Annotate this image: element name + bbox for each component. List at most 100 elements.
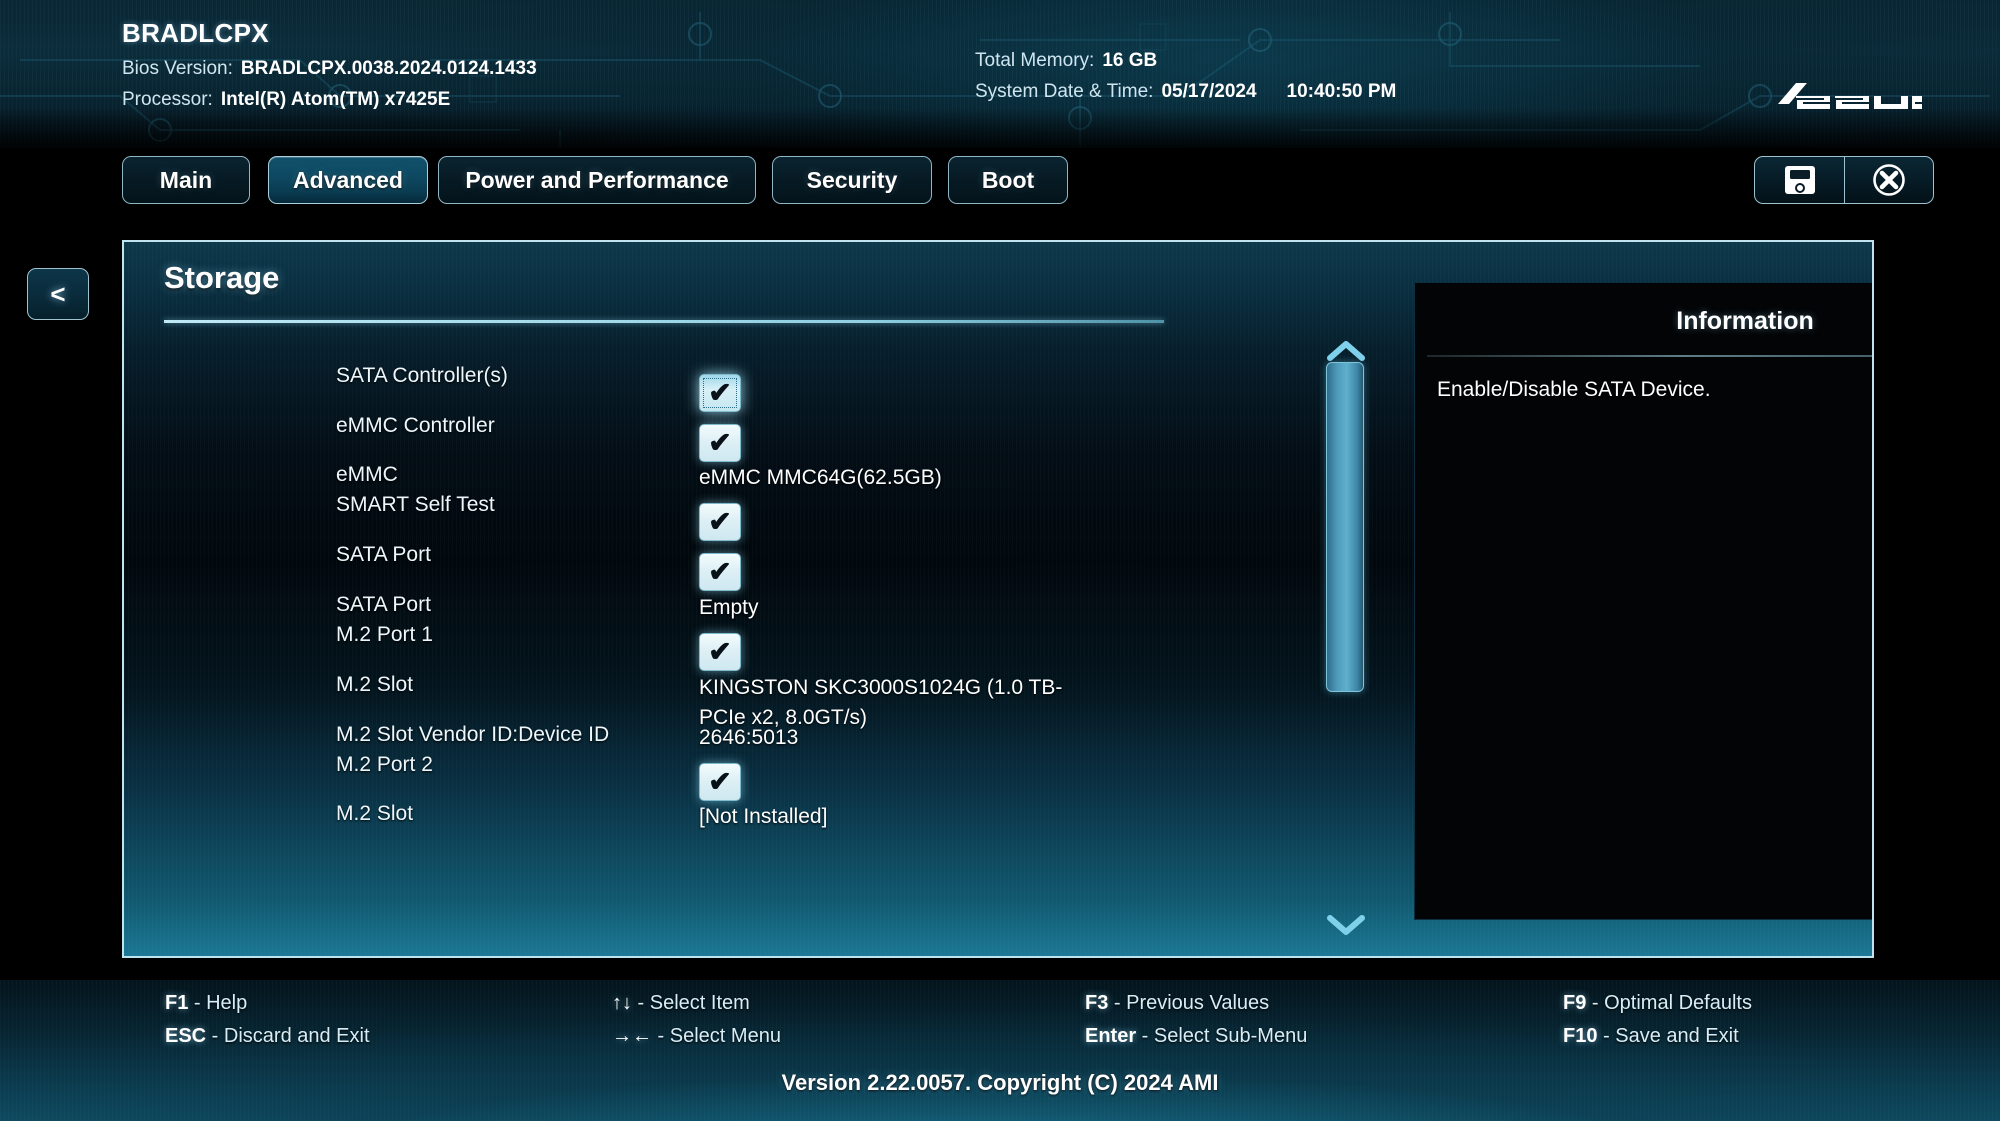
check-icon: ✔ xyxy=(708,556,732,587)
checkbox-focus-ring: ✔ xyxy=(703,767,737,797)
tab-power-and-performance-label: Power and Performance xyxy=(465,166,729,193)
chevron-up-icon xyxy=(1327,341,1365,361)
checkbox-focus-ring: ✔ xyxy=(703,507,737,537)
hint-action: - Select Item xyxy=(632,992,750,1014)
bios-version-label: Bios Version: xyxy=(122,58,233,79)
total-memory-label: Total Memory: xyxy=(975,50,1095,71)
hint-action: - Previous Values xyxy=(1108,992,1270,1014)
save-button[interactable] xyxy=(1754,156,1844,204)
setting-value: Empty xyxy=(699,596,759,619)
setting-label: M.2 Port 1 xyxy=(336,623,433,646)
system-status-block: Total Memory: 16 GB System Date & Time: 05… xyxy=(975,50,1396,103)
chevron-down-icon xyxy=(1327,915,1365,935)
setting-value: [Not Installed] xyxy=(699,805,828,828)
tab-main-label: Main xyxy=(159,166,213,193)
footer-bar: F1 - Help ESC - Discard and Exit ↑↓ - Sel… xyxy=(0,980,2000,1121)
system-datetime-line[interactable]: System Date & Time: 05/17/2024 10:40:50 PM xyxy=(975,81,1396,103)
setting-checkbox[interactable]: ✔ xyxy=(699,553,741,591)
setting-label: M.2 Slot Vendor ID:Device ID xyxy=(336,723,610,746)
settings-list: SATA Controller(s) ✔ eMMC Controller ✔ eMMC e… xyxy=(124,338,1144,938)
setting-checkbox[interactable]: ✔ xyxy=(699,763,741,801)
checkbox-focus-ring: ✔ xyxy=(703,557,737,587)
check-icon: ✔ xyxy=(708,636,732,667)
back-button-label: < xyxy=(50,278,66,309)
keyboard-hint: ↑↓ - Select Item xyxy=(612,992,781,1015)
bios-version-line: Bios Version: BRADLCPX.0038.2024.0124.143… xyxy=(122,58,537,80)
page-title: Storage xyxy=(164,260,280,295)
setting-checkbox[interactable]: ✔ xyxy=(699,633,741,671)
hint-action: - Select Sub-Menu xyxy=(1136,1025,1308,1047)
hint-key: →← xyxy=(612,1025,652,1047)
setting-value: eMMC MMC64G(62.5GB) xyxy=(699,466,942,489)
back-button[interactable]: < xyxy=(27,268,89,320)
hint-column-3: F3 - Previous Values Enter - Select Sub-M… xyxy=(1085,992,1307,1058)
bios-version-footer: Version 2.22.0057. Copyright (C) 2024 AM… xyxy=(781,1070,1219,1095)
tab-power-and-performance[interactable]: Power and Performance xyxy=(438,156,756,204)
checkbox-focus-ring: ✔ xyxy=(703,637,737,667)
hint-key: F3 xyxy=(1085,992,1109,1014)
hint-action: - Help xyxy=(188,992,248,1014)
setting-label: SATA Port xyxy=(336,543,431,566)
system-name: BRADLCPX xyxy=(122,18,269,48)
tab-security-label: Security xyxy=(806,166,898,193)
title-divider xyxy=(164,320,1164,323)
setting-label: SATA Port xyxy=(336,593,431,616)
hint-action: - Select Menu xyxy=(652,1025,781,1047)
setting-label: eMMC xyxy=(336,463,398,486)
check-icon: ✔ xyxy=(708,506,732,537)
total-memory-value: 16 GB xyxy=(1102,50,1158,71)
information-pane: Information Enable/Disable SATA Device. xyxy=(1414,282,1872,920)
keyboard-hint: →← - Select Menu xyxy=(612,1025,781,1048)
system-identity-block: BRADLCPX Bios Version: BRADLCPX.0038.2024… xyxy=(122,18,537,111)
setting-label: M.2 Slot xyxy=(336,802,414,825)
asus-logo xyxy=(1778,83,1922,109)
close-circle-icon xyxy=(1873,164,1905,196)
setting-checkbox[interactable]: ✔ xyxy=(699,374,741,412)
processor-value: Intel(R) Atom(TM) x7425E xyxy=(220,89,451,110)
setting-label: M.2 Port 2 xyxy=(336,753,433,776)
system-date-value[interactable]: 05/17/2024 xyxy=(1161,81,1256,102)
main-tab-bar: Main Advanced Power and Performance Secu… xyxy=(0,148,2000,216)
settings-panel: Storage SATA Controller(s) ✔ eMMC Controll… xyxy=(122,240,1874,958)
keyboard-hint: Enter - Select Sub-Menu xyxy=(1085,1025,1307,1048)
keyboard-hint: F1 - Help xyxy=(165,992,370,1015)
hint-column-1: F1 - Help ESC - Discard and Exit xyxy=(165,992,370,1058)
bios-version-value: BRADLCPX.0038.2024.0124.1433 xyxy=(240,58,537,79)
setting-checkbox[interactable]: ✔ xyxy=(699,424,741,462)
hint-key: F1 xyxy=(165,992,189,1014)
information-text: Enable/Disable SATA Device. xyxy=(1437,378,1711,401)
settings-scrollbar[interactable] xyxy=(1312,338,1382,938)
scroll-down-button[interactable] xyxy=(1318,912,1374,938)
tab-advanced[interactable]: Advanced xyxy=(268,156,428,204)
keyboard-hint: ESC - Discard and Exit xyxy=(165,1025,370,1048)
tab-advanced-label: Advanced xyxy=(293,166,403,193)
hint-key: F10 xyxy=(1563,1025,1598,1047)
tab-main[interactable]: Main xyxy=(122,156,250,204)
save-floppy-icon xyxy=(1784,166,1815,194)
checkbox-focus-ring: ✔ xyxy=(703,378,737,408)
tab-security[interactable]: Security xyxy=(772,156,932,204)
system-time-value[interactable]: 10:40:50 PM xyxy=(1287,81,1397,102)
setting-label: SATA Controller(s) xyxy=(336,364,508,387)
setting-label: M.2 Slot xyxy=(336,673,414,696)
header-bottom-fade xyxy=(0,108,2000,148)
scrollbar-thumb[interactable] xyxy=(1326,362,1364,692)
hint-key: ESC xyxy=(165,1025,207,1047)
hint-action: - Discard and Exit xyxy=(206,1025,370,1047)
keyboard-hint: F10 - Save and Exit xyxy=(1563,1025,1752,1048)
check-icon: ✔ xyxy=(708,377,732,408)
information-divider xyxy=(1427,355,1872,357)
hint-key: ↑↓ xyxy=(612,992,632,1014)
window-tool-buttons xyxy=(1754,156,1934,204)
system-datetime-label: System Date & Time: xyxy=(975,81,1154,102)
check-icon: ✔ xyxy=(708,766,732,797)
scroll-up-button[interactable] xyxy=(1318,338,1374,364)
close-button[interactable] xyxy=(1844,156,1934,204)
tab-boot[interactable]: Boot xyxy=(948,156,1068,204)
hint-key: Enter xyxy=(1085,1025,1137,1047)
tab-boot-label: Boot xyxy=(981,166,1035,193)
setting-label: eMMC Controller xyxy=(336,414,495,437)
check-icon: ✔ xyxy=(708,427,732,458)
header-bar: BRADLCPX Bios Version: BRADLCPX.0038.2024… xyxy=(0,0,2000,148)
setting-checkbox[interactable]: ✔ xyxy=(699,503,741,541)
